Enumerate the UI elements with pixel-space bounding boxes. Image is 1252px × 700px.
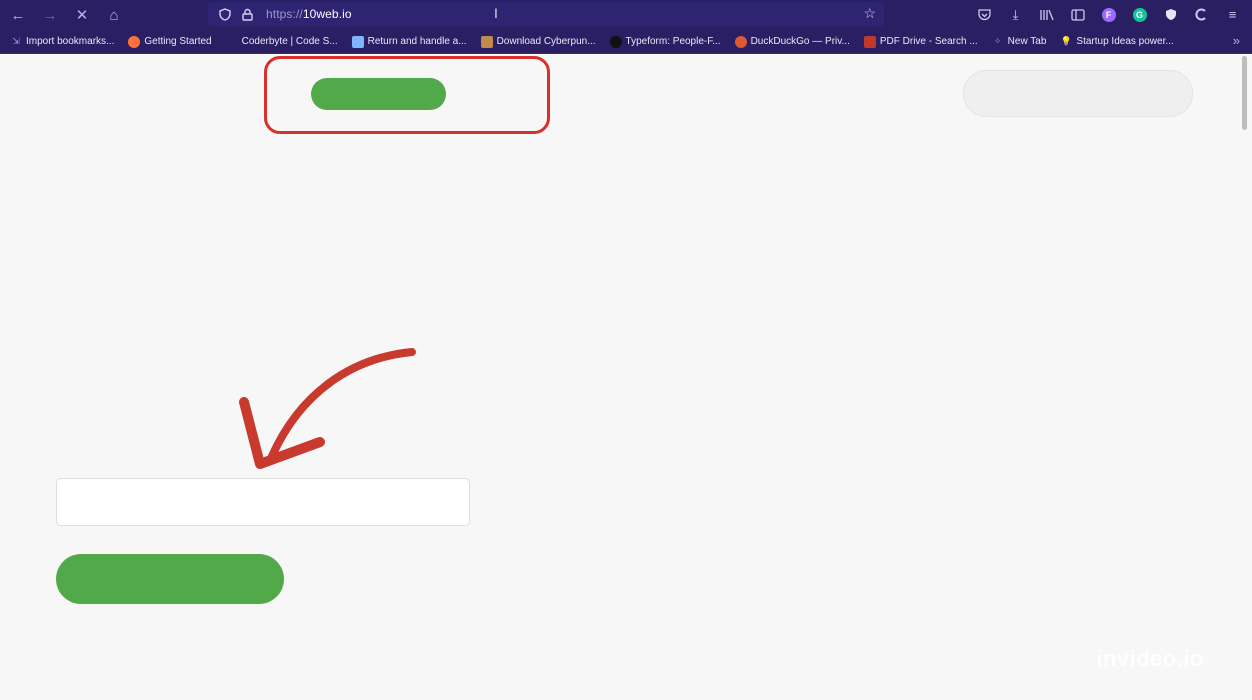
bookmark-star-icon[interactable]: ☆ xyxy=(863,5,876,22)
page-content: invideo.io xyxy=(0,54,1252,700)
duckduckgo-icon xyxy=(734,35,747,48)
firefox-icon xyxy=(128,35,141,48)
lock-icon[interactable] xyxy=(238,8,256,21)
green-submit-placeholder[interactable] xyxy=(56,554,284,604)
bulb-icon: 💡 xyxy=(1060,36,1073,46)
shield-icon[interactable] xyxy=(216,7,234,21)
bookmark-item[interactable]: Download Cyberpun... xyxy=(480,35,596,48)
bookmark-item[interactable]: 💡 Startup Ideas power... xyxy=(1060,36,1174,48)
bookmark-item[interactable]: Getting Started xyxy=(128,35,212,48)
home-icon[interactable]: ⌂ xyxy=(100,3,128,27)
bookmarks-overflow-icon[interactable]: » xyxy=(1233,33,1240,48)
toolbar-right-icons: ⤓ F G ≡ xyxy=(973,3,1244,26)
bookmark-item[interactable]: PDF Drive - Search ... xyxy=(863,35,978,48)
newtab-icon: ✧ xyxy=(993,36,1002,46)
menu-icon[interactable]: ≡ xyxy=(1221,3,1244,26)
extension-f-icon[interactable]: F xyxy=(1097,3,1120,26)
scrollbar[interactable] xyxy=(1242,56,1247,130)
watermark: invideo.io xyxy=(1096,646,1204,671)
bookmarks-bar: ⇲ Import bookmarks... Getting Started Cod… xyxy=(0,30,1252,54)
bookmark-item[interactable]: Coderbyte | Code S... xyxy=(242,36,338,47)
back-icon[interactable]: ← xyxy=(4,3,32,27)
forward-icon[interactable]: → xyxy=(36,3,64,27)
bookmark-item[interactable]: Return and handle a... xyxy=(351,35,467,48)
typeform-icon xyxy=(609,35,622,48)
bookmark-item[interactable]: ⇲ Import bookmarks... xyxy=(10,36,114,48)
extension-grammarly-icon[interactable]: G xyxy=(1128,3,1151,26)
url-text[interactable]: https://10web.io xyxy=(266,7,352,21)
extension-shield-icon[interactable] xyxy=(1159,3,1182,26)
download-icon[interactable]: ⤓ xyxy=(1004,3,1027,26)
green-button-placeholder[interactable] xyxy=(311,78,446,110)
bookmark-item[interactable]: DuckDuckGo — Priv... xyxy=(734,35,850,48)
bookmark-item[interactable]: ✧ New Tab xyxy=(992,36,1047,48)
gray-button-placeholder[interactable] xyxy=(963,70,1193,117)
stop-icon[interactable]: ✕ xyxy=(68,3,96,27)
text-cursor-icon: I xyxy=(494,5,498,21)
image-icon xyxy=(480,35,493,48)
sidebar-icon[interactable] xyxy=(1066,3,1089,26)
url-bar[interactable]: https://10web.io I ☆ xyxy=(208,2,884,26)
pdf-icon xyxy=(863,35,876,48)
text-input-placeholder[interactable] xyxy=(56,478,470,526)
extension-c-icon[interactable] xyxy=(1190,3,1213,26)
import-icon: ⇲ xyxy=(12,36,20,46)
bookmark-item[interactable]: Typeform: People-F... xyxy=(609,35,721,48)
browser-toolbar: ← → ✕ ⌂ https://10web.io I ☆ ⤓ F G ≡ xyxy=(0,0,1252,30)
library-icon[interactable] xyxy=(1035,3,1058,26)
pocket-icon[interactable] xyxy=(973,3,996,26)
doc-icon xyxy=(351,35,364,48)
